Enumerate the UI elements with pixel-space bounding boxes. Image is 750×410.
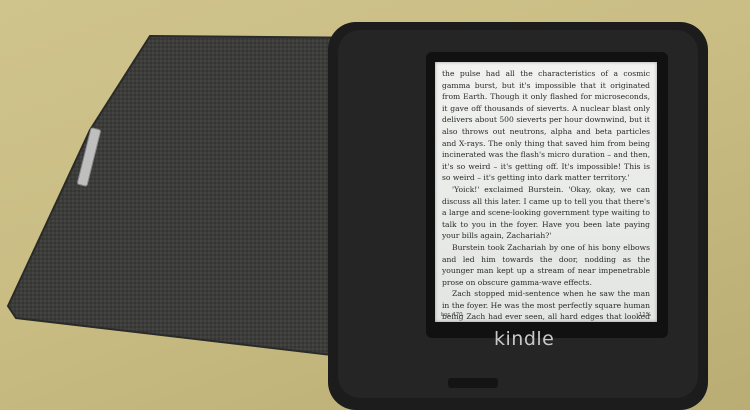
location-indicator: Loc 470 <box>441 312 463 318</box>
paragraph: Burstein took Zachariah by one of his bo… <box>442 242 650 287</box>
kindle-logo: kindle <box>494 328 555 350</box>
progress-percent: 11% <box>638 312 651 318</box>
paragraph: the pulse had all the characteristics of… <box>442 69 650 183</box>
kindle-screen[interactable]: the pulse had all the characteristics of… <box>435 62 657 322</box>
book-page-text: the pulse had all the characteristics of… <box>442 68 650 322</box>
paragraph: Zach stopped mid-sentence when he saw th… <box>442 289 650 322</box>
paragraph: 'Yoick!' exclaimed Burstein. 'Okay, okay… <box>442 184 650 241</box>
